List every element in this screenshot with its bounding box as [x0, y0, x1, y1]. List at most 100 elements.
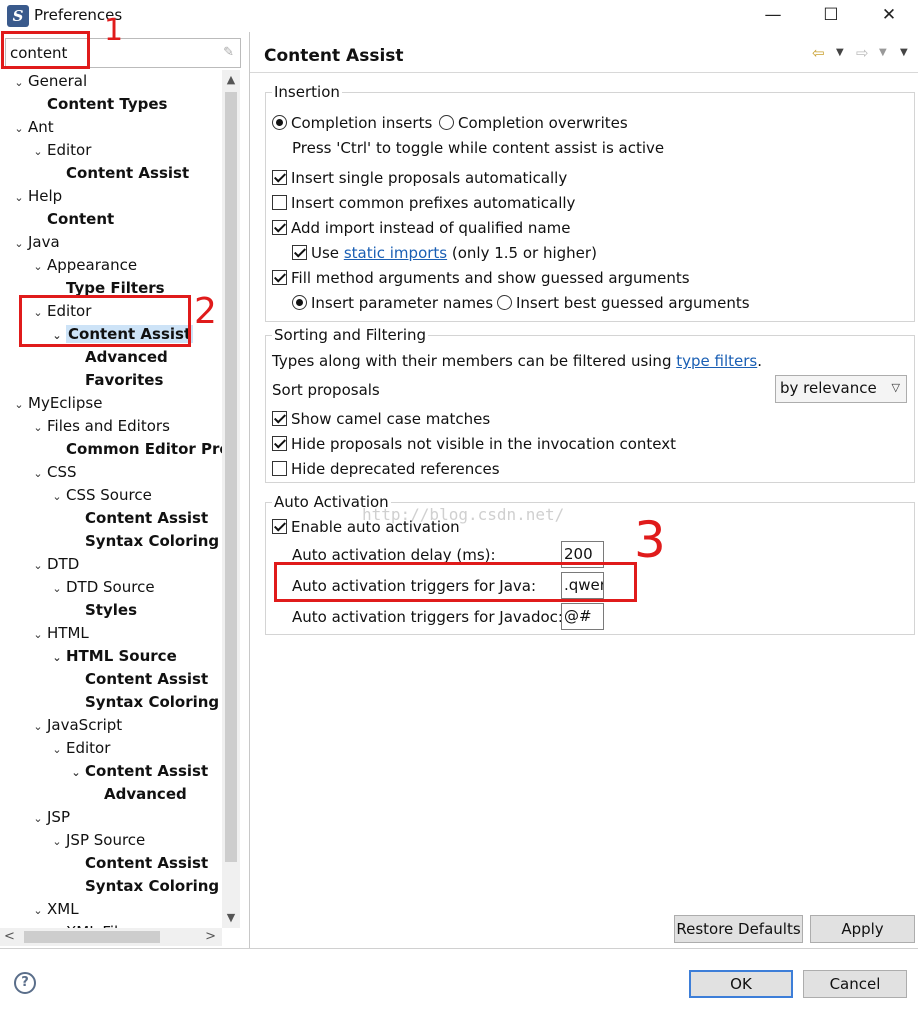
scroll-right-icon[interactable]: >	[205, 928, 216, 946]
tree-item-label: Help	[28, 187, 63, 205]
tree-item[interactable]: ⌄ DTD	[29, 553, 79, 575]
javadoc-triggers-field[interactable]: @#	[561, 603, 604, 630]
tree-item[interactable]: Content Types	[29, 93, 167, 115]
tree-item[interactable]: ⌄ JSP	[29, 806, 70, 828]
scroll-down-icon[interactable]: ▼	[222, 908, 240, 928]
scrollbar-thumb[interactable]	[225, 92, 237, 862]
apply-button[interactable]: Apply	[810, 915, 915, 943]
chevron-down-icon[interactable]: ⌄	[29, 555, 47, 577]
chevron-down-icon[interactable]: ⌄	[10, 72, 28, 94]
tree-item[interactable]: ⌄ HTML Source	[48, 645, 177, 669]
completion-overwrites-radio[interactable]: Completion overwrites	[439, 113, 628, 133]
chevron-down-icon[interactable]: ⌄	[48, 578, 66, 600]
chevron-down-icon[interactable]: ⌄	[48, 647, 66, 669]
tree-item[interactable]: Styles	[67, 599, 137, 621]
back-dropdown-icon[interactable]: ▼	[836, 47, 844, 58]
tree-item[interactable]: Advanced	[86, 783, 187, 805]
tree-item[interactable]: Syntax Coloring	[67, 530, 219, 552]
back-arrow-icon[interactable]: ⇦	[812, 44, 825, 62]
enable-auto-activation-checkbox[interactable]: Enable auto activation	[272, 517, 460, 537]
chevron-down-icon[interactable]: ⌄	[29, 624, 47, 646]
chevron-down-icon[interactable]: ⌄	[29, 900, 47, 922]
tree-item[interactable]: Content	[29, 208, 114, 230]
chevron-down-icon[interactable]: ⌄	[67, 762, 85, 784]
tree-item[interactable]: Common Editor Pref	[48, 438, 222, 460]
chevron-down-icon[interactable]: ⌄	[29, 417, 47, 439]
chevron-down-icon[interactable]: ⌄	[29, 141, 47, 163]
restore-defaults-button[interactable]: Restore Defaults	[674, 915, 803, 943]
minimize-button[interactable]: —	[758, 4, 788, 28]
close-button[interactable]: ✕	[874, 4, 904, 28]
tree-item[interactable]: ⌄ CSS	[29, 461, 77, 485]
tree-item[interactable]: XML Files	[48, 921, 135, 928]
forward-arrow-icon[interactable]: ⇨	[856, 44, 869, 62]
tree-item[interactable]: ⌄ DTD Source	[48, 576, 154, 600]
tree-item[interactable]: ⌄ Help	[10, 185, 62, 207]
tree-horizontal-scrollbar[interactable]: < >	[0, 928, 222, 946]
type-filters-link[interactable]: type filters	[676, 352, 757, 370]
chevron-down-icon[interactable]: ⌄	[29, 256, 47, 278]
view-menu-icon[interactable]: ▼	[900, 47, 908, 58]
forward-dropdown-icon[interactable]: ▼	[879, 47, 887, 58]
tree-item[interactable]: ⌄ JSP Source	[48, 829, 145, 851]
insert-best-guessed-radio[interactable]: Insert best guessed arguments	[497, 293, 750, 313]
sort-proposals-select[interactable]: by relevance ▽	[775, 375, 907, 403]
tree-item[interactable]: Advanced	[67, 346, 168, 368]
pane-divider[interactable]	[249, 32, 250, 948]
static-imports-link[interactable]: static imports	[344, 244, 447, 262]
tree-item[interactable]: ⌄ Appearance	[29, 254, 137, 276]
tree-item[interactable]: Syntax Coloring	[67, 875, 219, 897]
insert-common-checkbox[interactable]: Insert common prefixes automatically	[272, 193, 575, 213]
chevron-down-icon[interactable]: ⌄	[10, 118, 28, 140]
use-static-imports-checkbox[interactable]: Use static imports (only 1.5 or higher)	[292, 243, 597, 263]
cancel-button[interactable]: Cancel	[803, 970, 907, 998]
help-icon[interactable]: ?	[14, 972, 36, 994]
tree-item[interactable]: ⌄ Files and Editors	[29, 415, 170, 437]
tree-item[interactable]: ⌄ Ant	[10, 116, 53, 140]
tree-item[interactable]: Syntax Coloring	[67, 691, 219, 713]
tree-item-label: CSS	[47, 463, 77, 481]
hide-deprecated-checkbox[interactable]: Hide deprecated references	[272, 459, 500, 479]
add-import-checkbox[interactable]: Add import instead of qualified name	[272, 218, 570, 238]
tree-item[interactable]: ⌄ XML	[29, 898, 78, 922]
tree-item[interactable]: ⌄ JavaScript	[29, 714, 122, 736]
tree-item[interactable]: ⌄ General	[10, 70, 87, 92]
chevron-down-icon[interactable]: ⌄	[10, 187, 28, 209]
chevron-down-icon[interactable]: ⌄	[10, 233, 28, 255]
checkbox-checked-icon	[272, 436, 287, 451]
chevron-down-icon[interactable]: ⌄	[10, 394, 28, 416]
maximize-button[interactable]: ☐	[816, 4, 846, 28]
tree-item[interactable]: ⌄ CSS Source	[48, 484, 151, 508]
tree-item[interactable]: ⌄ Editor	[48, 737, 110, 759]
scroll-up-icon[interactable]: ▲	[222, 70, 240, 90]
completion-inserts-radio[interactable]: Completion inserts	[272, 113, 432, 133]
tree-item[interactable]: Content Assist	[48, 162, 189, 184]
tree-item-label: HTML Source	[66, 647, 177, 665]
tree-item[interactable]: ⌄ Java	[10, 231, 59, 255]
eraser-icon[interactable]: ✎	[223, 45, 234, 60]
ok-button[interactable]: OK	[689, 970, 793, 998]
fill-args-checkbox[interactable]: Fill method arguments and show guessed a…	[272, 268, 690, 288]
chevron-down-icon[interactable]: ⌄	[29, 716, 47, 738]
chevron-down-icon[interactable]: ⌄	[48, 739, 66, 761]
tree-item[interactable]: Content Assist	[67, 507, 208, 529]
scrollbar-thumb[interactable]	[24, 931, 160, 943]
tree-item[interactable]: ⌄ Content Assist	[67, 760, 208, 782]
tree-vertical-scrollbar[interactable]: ▲ ▼	[222, 70, 240, 928]
insert-param-names-radio[interactable]: Insert parameter names	[292, 293, 493, 313]
tree-item[interactable]: ⌄ HTML	[29, 622, 88, 646]
tree-item[interactable]: Favorites	[67, 369, 163, 391]
insert-single-checkbox[interactable]: Insert single proposals automatically	[272, 168, 567, 188]
tree-item[interactable]: ⌄ MyEclipse	[10, 392, 102, 414]
chevron-down-icon[interactable]: ⌄	[29, 808, 47, 830]
chevron-down-icon[interactable]: ⌄	[29, 463, 47, 485]
chevron-down-icon[interactable]: ⌄	[48, 486, 66, 508]
tree-item[interactable]: Content Assist	[67, 852, 208, 874]
scroll-left-icon[interactable]: <	[4, 928, 15, 946]
preference-tree[interactable]: ⌄ General Content Types ⌄ Ant ⌄ Editor Content …	[0, 70, 222, 928]
tree-item[interactable]: Content Assist	[67, 668, 208, 690]
camel-case-checkbox[interactable]: Show camel case matches	[272, 409, 490, 429]
hide-not-visible-checkbox[interactable]: Hide proposals not visible in the invoca…	[272, 434, 676, 454]
tree-item[interactable]: ⌄ Editor	[29, 139, 91, 161]
chevron-down-icon[interactable]: ⌄	[48, 831, 66, 853]
